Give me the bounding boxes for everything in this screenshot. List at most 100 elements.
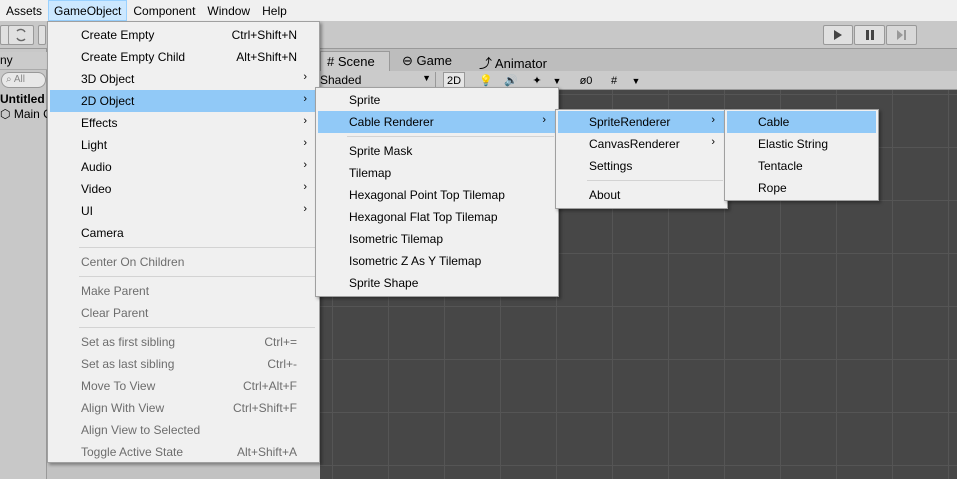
menu-item-sprite-shape[interactable]: Sprite Shape	[318, 272, 556, 294]
menu-item-label: Set as last sibling	[81, 357, 175, 371]
chevron-right-icon: ›	[303, 71, 307, 83]
menu-item-light[interactable]: Light ›	[50, 134, 317, 156]
menu-item-clear-parent[interactable]: Clear Parent	[50, 302, 317, 324]
menu-item-hex-point-tilemap[interactable]: Hexagonal Point Top Tilemap	[318, 184, 556, 206]
menu-item-label: Cable Renderer	[349, 115, 434, 129]
gameobject-icon: ⬡	[0, 107, 11, 121]
tab-game-label: Game	[416, 53, 452, 68]
shading-value: Shaded	[320, 73, 362, 87]
sprite-renderer-submenu: Cable Elastic String Tentacle Rope	[724, 109, 879, 201]
tab-scene[interactable]: # Scene	[320, 51, 390, 71]
menu-item-label: Rope	[758, 181, 787, 195]
menu-item-align-with-view[interactable]: Align With View Ctrl+Shift+F	[50, 397, 317, 419]
menu-item-3d-object[interactable]: 3D Object ›	[50, 68, 317, 90]
cable-renderer-submenu: SpriteRenderer › CanvasRenderer › Settin…	[555, 109, 728, 209]
hierarchy-tab[interactable]: ny	[0, 52, 47, 70]
menu-item-label: Settings	[589, 159, 633, 173]
tab-game[interactable]: ⊖ Game	[396, 51, 458, 71]
menu-item-label: Toggle Active State	[81, 445, 184, 459]
scene-root[interactable]: Untitled	[0, 92, 45, 106]
menu-item-set-first-sibling[interactable]: Set as first sibling Ctrl+=	[50, 331, 317, 353]
menu-item-label: Hexagonal Point Top Tilemap	[349, 188, 505, 202]
menu-item-label: 3D Object	[81, 72, 135, 86]
menu-item-set-last-sibling[interactable]: Set as last sibling Ctrl+-	[50, 353, 317, 375]
menu-item-label: Light	[81, 138, 108, 152]
menu-item-cable-renderer[interactable]: Cable Renderer ›	[318, 111, 556, 133]
menu-item-settings[interactable]: Settings	[558, 155, 725, 177]
chevron-right-icon: ›	[303, 181, 307, 193]
menu-item-align-view-to-selected[interactable]: Align View to Selected	[50, 419, 317, 441]
menu-item-elastic-string[interactable]: Elastic String	[727, 133, 876, 155]
menu-item-shortcut: Ctrl+-	[267, 357, 297, 371]
chevron-right-icon: ›	[303, 115, 307, 127]
menu-component[interactable]: Component	[127, 0, 201, 21]
menu-item-label: About	[589, 188, 621, 202]
refresh-icon[interactable]	[8, 25, 34, 45]
menu-item-hex-flat-tilemap[interactable]: Hexagonal Flat Top Tilemap	[318, 206, 556, 228]
menu-item-label: Create Empty Child	[81, 50, 186, 64]
menu-item-shortcut: Ctrl+=	[264, 335, 297, 349]
menu-item-isometric-tilemap[interactable]: Isometric Tilemap	[318, 228, 556, 250]
menu-item-about[interactable]: About	[558, 184, 725, 206]
menu-window[interactable]: Window	[201, 0, 256, 21]
menu-item-rope[interactable]: Rope	[727, 177, 876, 199]
menu-item-canvas-renderer[interactable]: CanvasRenderer ›	[558, 133, 725, 155]
menu-help[interactable]: Help	[256, 0, 293, 21]
menu-item-toggle-active-state[interactable]: Toggle Active State Alt+Shift+A	[50, 441, 317, 463]
menu-item-ui[interactable]: UI ›	[50, 200, 317, 222]
menu-item-create-empty[interactable]: Create Empty Ctrl+Shift+N	[50, 24, 317, 46]
menu-item-cable[interactable]: Cable	[727, 111, 876, 133]
menu-item-label: Move To View	[81, 379, 156, 393]
eye-off-icon: ø	[579, 74, 587, 87]
toolbar-extra-button[interactable]	[38, 25, 46, 45]
menu-item-effects[interactable]: Effects ›	[50, 112, 317, 134]
menu-item-shortcut: Ctrl+Shift+N	[231, 28, 297, 42]
menu-item-sprite[interactable]: Sprite	[318, 89, 556, 111]
step-icon[interactable]	[886, 25, 917, 45]
menu-separator	[79, 327, 315, 328]
hidden-count: 0	[586, 74, 593, 87]
menu-item-label: UI	[81, 204, 93, 218]
grid-dropdown-icon[interactable]: ▼	[628, 72, 644, 89]
menu-item-label: Elastic String	[758, 137, 829, 151]
menu-item-create-empty-child[interactable]: Create Empty Child Alt+Shift+N	[50, 46, 317, 68]
grid-toggle-icon[interactable]: #	[604, 72, 624, 89]
hierarchy-search[interactable]: ⌕ All	[1, 72, 46, 88]
menu-item-label: Set as first sibling	[81, 335, 176, 349]
chevron-right-icon: ›	[303, 93, 307, 105]
menu-item-sprite-mask[interactable]: Sprite Mask	[318, 140, 556, 162]
menu-item-label: Hexagonal Flat Top Tilemap	[349, 210, 498, 224]
scene-tabs: # Scene ⊖ Game ⤴ Animator	[320, 49, 957, 71]
hidden-objects-icon[interactable]: ø 0	[571, 72, 601, 89]
menu-gameobject[interactable]: GameObject	[48, 0, 128, 21]
menu-item-video[interactable]: Video ›	[50, 178, 317, 200]
menu-item-audio[interactable]: Audio ›	[50, 156, 317, 178]
menu-item-label: SpriteRenderer	[589, 115, 671, 129]
gamepad-icon: ⊖	[402, 53, 413, 68]
tab-scene-label: Scene	[337, 54, 375, 69]
menu-item-2d-object[interactable]: 2D Object ›	[50, 90, 317, 112]
gameobject-menu: Create Empty Ctrl+Shift+N Create Empty C…	[47, 21, 320, 463]
menu-assets[interactable]: Assets	[0, 0, 48, 21]
tab-animator[interactable]: ⤴ Animator	[473, 51, 553, 71]
play-icon[interactable]	[823, 25, 853, 45]
menu-item-center-on-children[interactable]: Center On Children	[50, 251, 317, 273]
menu-item-sprite-renderer[interactable]: SpriteRenderer ›	[558, 111, 725, 133]
search-placeholder: All	[13, 74, 25, 85]
chevron-right-icon: ›	[542, 114, 546, 126]
menu-item-label: Tentacle	[758, 159, 803, 173]
chevron-right-icon: ›	[711, 114, 715, 126]
menu-item-isometric-zy-tilemap[interactable]: Isometric Z As Y Tilemap	[318, 250, 556, 272]
hierarchy-item-camera[interactable]: ⬡ Main C	[0, 107, 52, 121]
menu-item-camera[interactable]: Camera	[50, 222, 317, 244]
menu-item-make-parent[interactable]: Make Parent	[50, 280, 317, 302]
menu-item-move-to-view[interactable]: Move To View Ctrl+Alt+F	[50, 375, 317, 397]
menu-item-label: 2D Object	[81, 94, 135, 108]
pause-icon[interactable]	[854, 25, 885, 45]
menu-item-tilemap[interactable]: Tilemap	[318, 162, 556, 184]
menu-item-label: Isometric Z As Y Tilemap	[349, 254, 482, 268]
menu-item-tentacle[interactable]: Tentacle	[727, 155, 876, 177]
menu-item-label: Sprite Mask	[349, 144, 413, 158]
menu-item-shortcut: Alt+Shift+N	[236, 50, 297, 64]
animator-icon: ⤴	[479, 56, 493, 71]
